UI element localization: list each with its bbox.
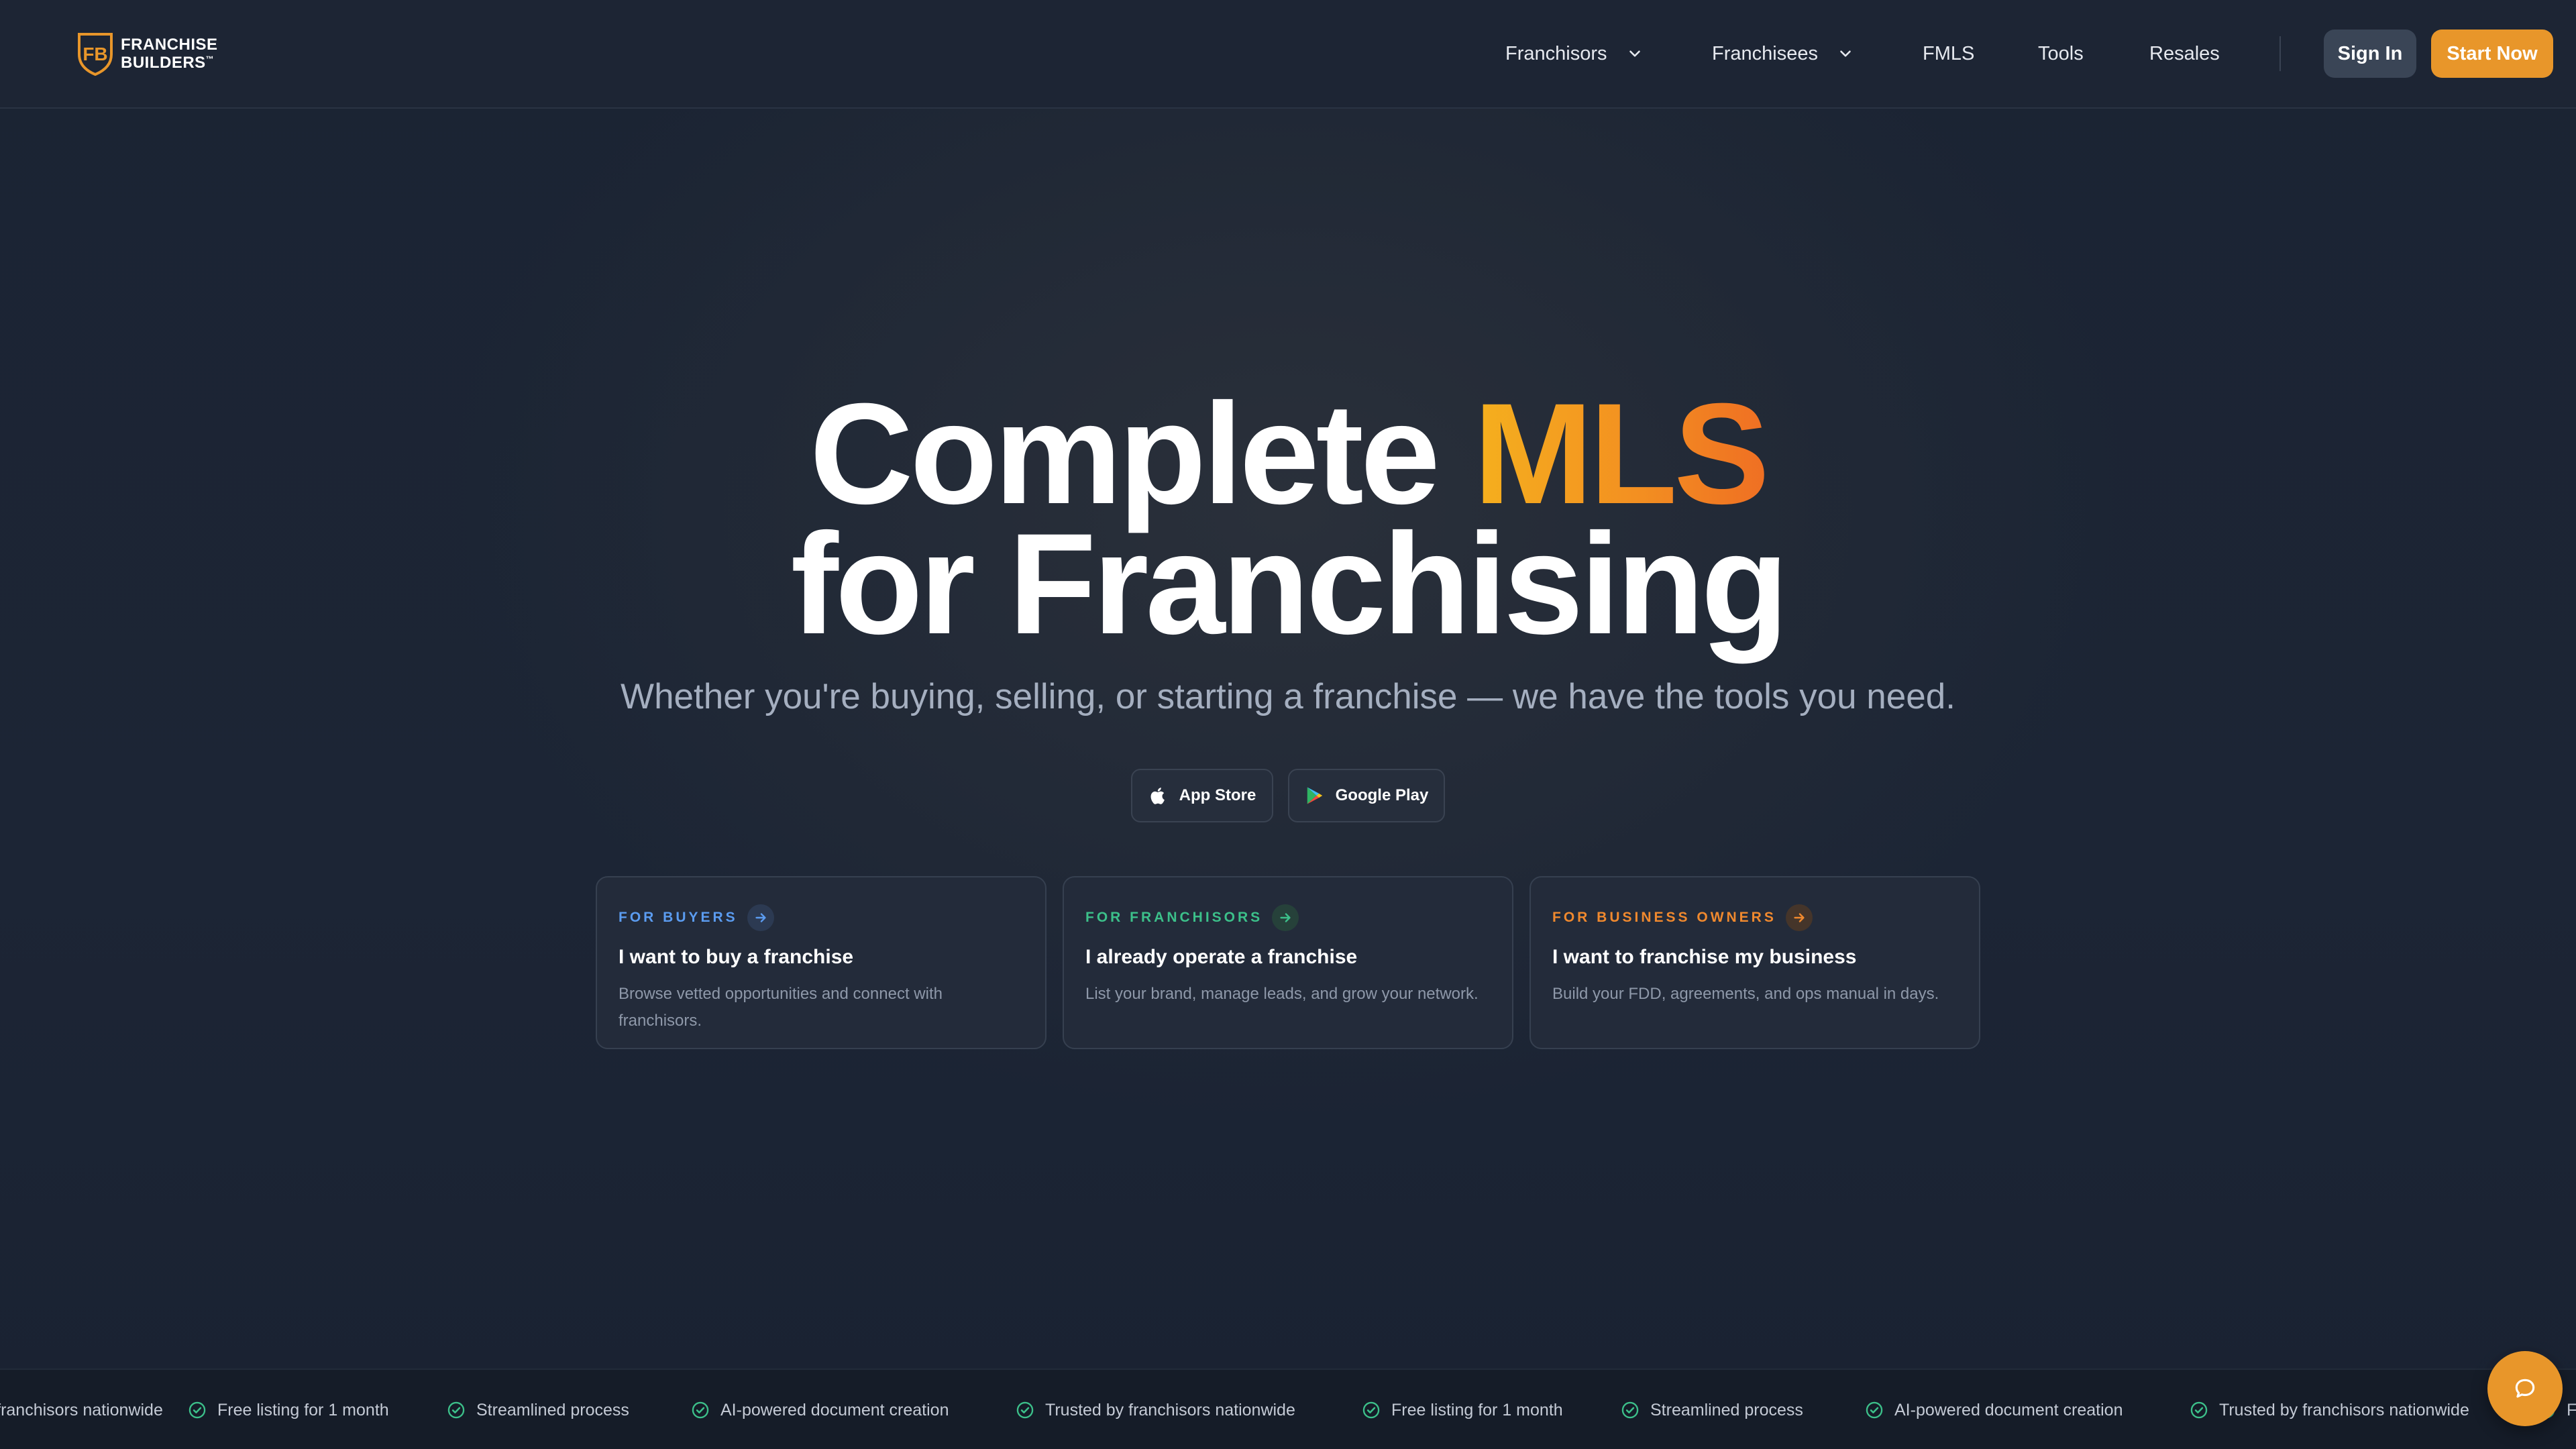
hero-title: Complete MLS for Franchising bbox=[0, 382, 2576, 664]
nav-franchisees-label: Franchisees bbox=[1712, 42, 1818, 64]
brand-trademark: ™ bbox=[205, 54, 215, 64]
hero-subtitle: Whether you're buying, selling, or start… bbox=[621, 677, 1955, 716]
brand-logo[interactable]: FB FRANCHISE BUILDERS™ bbox=[76, 31, 218, 76]
brand-wordmark: FRANCHISE BUILDERS™ bbox=[121, 35, 218, 72]
ticker-item: AI-powered document creation bbox=[691, 1395, 949, 1425]
ticker-item: Streamlined process bbox=[1621, 1395, 1803, 1425]
arrow-right-icon bbox=[747, 904, 774, 931]
feature-ticker: Trusted by franchisors nationwide Free l… bbox=[0, 1368, 2576, 1449]
app-store-label: App Store bbox=[1179, 786, 1256, 804]
card-franchisors-eyebrow-label: FOR FRANCHISORS bbox=[1085, 910, 1263, 925]
nav-resales-label: Resales bbox=[2149, 42, 2220, 64]
check-circle-icon bbox=[1362, 1401, 1380, 1419]
google-play-icon bbox=[1307, 787, 1322, 804]
ticker-item-label: Free listing for 1 month bbox=[217, 1400, 389, 1419]
brand-line2: BUILDERS bbox=[121, 53, 206, 72]
card-franchisors-eyebrow: FOR FRANCHISORS bbox=[1085, 904, 1491, 931]
nav-franchisees[interactable]: Franchisees bbox=[1712, 35, 1854, 72]
hero-title-line1: Complete MLS bbox=[0, 382, 2576, 526]
ticker-item-label: Free listing for 1 month bbox=[2567, 1400, 2576, 1419]
check-circle-icon bbox=[447, 1401, 465, 1419]
app-store-button[interactable]: App Store bbox=[1131, 769, 1273, 822]
card-buyers-description: Browse vetted opportunities and connect … bbox=[619, 985, 943, 1030]
card-franchisors-description: List your brand, manage leads, and grow … bbox=[1085, 985, 1479, 1003]
card-buyers-title: I want to buy a franchise bbox=[619, 946, 854, 968]
ticker-item-label: Free listing for 1 month bbox=[1391, 1400, 1563, 1419]
check-circle-icon bbox=[2190, 1401, 2208, 1419]
sign-in-button[interactable]: Sign In bbox=[2324, 30, 2416, 78]
chat-button[interactable] bbox=[2487, 1351, 2563, 1426]
nav-fmls-label: FMLS bbox=[1923, 42, 1975, 64]
nav-tools-label: Tools bbox=[2038, 42, 2084, 64]
ticker-item: Trusted by franchisors nationwide bbox=[2190, 1395, 2469, 1425]
nav-fmls[interactable]: FMLS bbox=[1923, 35, 1974, 72]
shield-logo-icon: FB bbox=[78, 33, 113, 76]
nav-franchisors[interactable]: Franchisors bbox=[1505, 35, 1644, 72]
top-nav: FB FRANCHISE BUILDERS™ Franchisors Franc… bbox=[0, 0, 2576, 109]
card-buyers[interactable]: FOR BUYERS I want to buy a franchise Bro… bbox=[596, 876, 1046, 1049]
nav-divider bbox=[2279, 36, 2281, 71]
card-business-owners-eyebrow: FOR BUSINESS OWNERS bbox=[1552, 904, 1957, 931]
nav-resales[interactable]: Resales bbox=[2149, 35, 2220, 72]
arrow-right-icon bbox=[1272, 904, 1299, 931]
apple-icon bbox=[1150, 788, 1165, 804]
brand-line1: FRANCHISE bbox=[121, 35, 218, 54]
svg-text:FB: FB bbox=[83, 44, 107, 64]
card-business-owners-title: I want to franchise my business bbox=[1552, 946, 1857, 968]
ticker-item: Streamlined process bbox=[447, 1395, 629, 1425]
check-circle-icon bbox=[692, 1401, 709, 1419]
start-now-button[interactable]: Start Now bbox=[2431, 30, 2553, 78]
card-business-owners[interactable]: FOR BUSINESS OWNERS I want to franchise … bbox=[1529, 876, 1980, 1049]
ticker-item: AI-powered document creation bbox=[1865, 1395, 2123, 1425]
ticker-item-label: AI-powered document creation bbox=[1894, 1400, 2123, 1419]
ticker-item-label: AI-powered document creation bbox=[720, 1400, 949, 1419]
nav-tools[interactable]: Tools bbox=[2038, 35, 2084, 72]
check-circle-icon bbox=[1016, 1401, 1034, 1419]
ticker-item: Free listing for 1 month bbox=[188, 1395, 389, 1425]
ticker-item-label: Trusted by franchisors nationwide bbox=[0, 1400, 163, 1419]
card-business-owners-description: Build your FDD, agreements, and ops manu… bbox=[1552, 985, 1939, 1003]
ticker-item: Trusted by franchisors nationwide bbox=[1016, 1395, 1295, 1425]
chevron-down-icon bbox=[1840, 50, 1851, 57]
brand-line2-wrap: BUILDERS™ bbox=[121, 53, 218, 72]
check-circle-icon bbox=[1621, 1401, 1639, 1419]
google-play-label: Google Play bbox=[1335, 786, 1429, 804]
ticker-item: Free listing for 1 month bbox=[1362, 1395, 1563, 1425]
check-circle-icon bbox=[1866, 1401, 1883, 1419]
chat-bubble-icon bbox=[2515, 1379, 2535, 1398]
nav-franchisors-label: Franchisors bbox=[1505, 42, 1607, 64]
hero-title-line2: for Franchising bbox=[790, 504, 1789, 664]
ticker-item-label: Streamlined process bbox=[476, 1400, 629, 1419]
chevron-down-icon bbox=[1629, 50, 1640, 57]
check-circle-icon bbox=[189, 1401, 206, 1419]
card-buyers-eyebrow-label: FOR BUYERS bbox=[619, 910, 738, 925]
arrow-right-icon bbox=[1785, 904, 1813, 931]
page: FB FRANCHISE BUILDERS™ Franchisors Franc… bbox=[0, 0, 2576, 1449]
google-play-button[interactable]: Google Play bbox=[1288, 769, 1445, 822]
ticker-item-label: Trusted by franchisors nationwide bbox=[2219, 1400, 2469, 1419]
card-franchisors-title: I already operate a franchise bbox=[1085, 946, 1358, 968]
card-buyers-eyebrow: FOR BUYERS bbox=[619, 904, 1024, 931]
ticker-item-label: Trusted by franchisors nationwide bbox=[1045, 1400, 1295, 1419]
ticker-item: Trusted by franchisors nationwide bbox=[0, 1395, 163, 1425]
ticker-item-label: Streamlined process bbox=[1650, 1400, 1803, 1419]
card-business-owners-eyebrow-label: FOR BUSINESS OWNERS bbox=[1552, 910, 1776, 925]
card-franchisors[interactable]: FOR FRANCHISORS I already operate a fran… bbox=[1063, 876, 1513, 1049]
